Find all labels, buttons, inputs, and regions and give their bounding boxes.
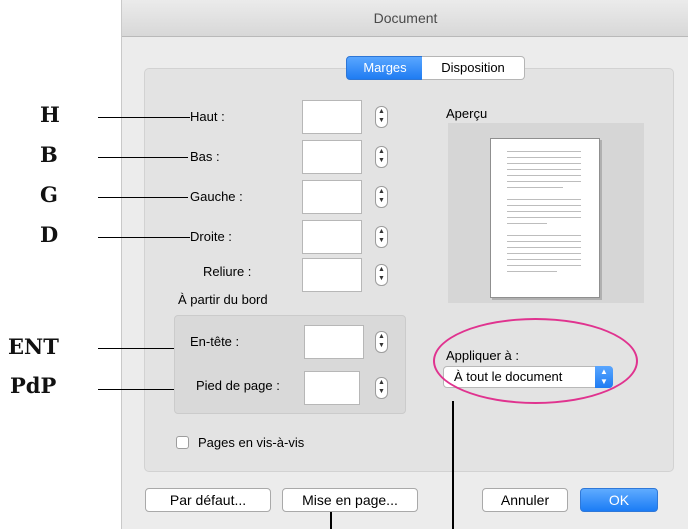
annotation-droite: D: [40, 222, 59, 247]
gauche-stepper[interactable]: ▲ ▼: [375, 186, 388, 208]
reliure-label: Reliure :: [203, 264, 252, 279]
annotation-line-droite: [98, 237, 190, 238]
pied-label: Pied de page :: [196, 378, 280, 393]
reliure-stepper[interactable]: ▲ ▼: [375, 264, 388, 286]
entete-input[interactable]: [304, 325, 364, 359]
haut-stepper[interactable]: ▲ ▼: [375, 106, 388, 128]
annotation-bas: B: [40, 142, 58, 167]
pied-stepper[interactable]: ▲ ▼: [375, 377, 388, 399]
annotation-line-haut: [98, 117, 190, 118]
haut-label: Haut :: [190, 109, 225, 124]
annotation-line-apply: [452, 401, 454, 529]
tab-marges[interactable]: Marges: [346, 56, 424, 80]
title-bar: Document: [122, 0, 688, 37]
mirror-pages-checkbox[interactable]: [176, 436, 189, 449]
entete-stepper[interactable]: ▲ ▼: [375, 331, 388, 353]
bas-label: Bas :: [190, 149, 220, 164]
annotation-haut: H: [40, 102, 60, 127]
page-setup-button[interactable]: Mise en page...: [282, 488, 418, 512]
annotation-entete: ENT: [8, 334, 59, 359]
annotation-gauche: G: [40, 182, 58, 207]
preview-page-icon: [490, 138, 600, 298]
droite-input[interactable]: [302, 220, 362, 254]
default-button[interactable]: Par défaut...: [145, 488, 271, 512]
haut-input[interactable]: [302, 100, 362, 134]
from-edge-group: [174, 315, 406, 414]
bas-input[interactable]: [302, 140, 362, 174]
annotation-line-page-setup: [330, 512, 332, 529]
cancel-button[interactable]: Annuler: [482, 488, 568, 512]
tab-disposition[interactable]: Disposition: [422, 56, 525, 80]
gauche-input[interactable]: [302, 180, 362, 214]
entete-label: En-tête :: [190, 334, 240, 349]
highlight-ellipse: [433, 318, 638, 404]
mirror-pages-label: Pages en vis-à-vis: [198, 435, 305, 450]
bas-stepper[interactable]: ▲ ▼: [375, 146, 388, 168]
gauche-label: Gauche :: [190, 189, 243, 204]
preview-label: Aperçu: [446, 106, 488, 121]
ok-button[interactable]: OK: [580, 488, 658, 512]
reliure-input[interactable]: [302, 258, 362, 292]
window-title: Document: [373, 10, 438, 26]
annotation-line-bas: [98, 157, 188, 158]
annotation-line-gauche: [98, 197, 188, 198]
from-edge-title: À partir du bord: [178, 292, 268, 307]
pied-input[interactable]: [304, 371, 360, 405]
droite-stepper[interactable]: ▲ ▼: [375, 226, 388, 248]
droite-label: Droite :: [190, 229, 232, 244]
annotation-pied: PdP: [10, 373, 57, 398]
